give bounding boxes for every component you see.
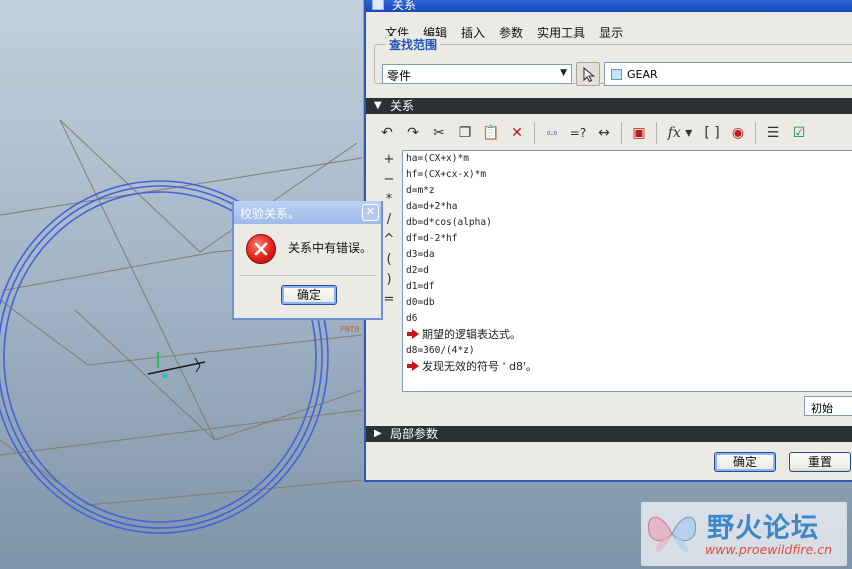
error-line[interactable]: 期望的逻辑表达式。 [403,327,852,343]
menu-parameters[interactable]: 参数 [492,22,530,42]
relations-editor[interactable]: ha=(CX+x)*m hf=(CX+cx-x)*m d=m*z da=d+2*ha d… [402,150,852,392]
relation-line[interactable]: hf=(CX+cx-x)*m [403,167,852,183]
relation-line[interactable]: ha=(CX+x)*m [403,151,852,167]
model-name-field[interactable]: GEAR [604,62,852,86]
line-text: 期望的逻辑表达式。 [422,328,521,341]
relation-line[interactable]: d0=db [403,295,852,311]
error-icon [246,234,276,264]
operator-plus[interactable]: + [378,152,400,172]
select-model-button[interactable] [576,62,600,86]
ok-button[interactable]: 确定 [714,452,776,472]
relations-dialog: 关系 文件 编辑 插入 参数 实用工具 显示 查找范围 零件 ▼ GEAR ▼ … [364,0,852,482]
line-text: df=d-2*hf [406,233,458,244]
relations-section-label: 关系 [390,99,415,113]
check-icon[interactable]: ☑ [788,122,810,144]
butterfly-logo [647,516,697,552]
toolbar-separator [534,122,535,144]
menu-insert[interactable]: 插入 [454,22,492,42]
units-icon[interactable]: ▣ [628,122,650,144]
function-icon[interactable]: fx ▾ [663,122,697,144]
line-text: da=d+2*ha [406,201,458,212]
relations-toolbar: ↶ ↷ ✂ ❐ 📋 ✕ ₀.₀ =? ↔ ▣ fx ▾ [ ] ◉ ☰ ☑ [376,118,852,148]
evaluate-icon[interactable]: =? [567,122,589,144]
error-arrow-icon [407,361,419,371]
init-select[interactable]: 初始 [804,396,852,416]
verify-icon[interactable]: ◉ [727,122,749,144]
relation-line[interactable]: d6 [403,311,852,327]
relation-line[interactable]: d8=360/(4*z) [403,343,852,359]
line-text: d8=360/(4*z) [406,345,475,356]
toolbar-separator [755,122,756,144]
line-text: d0=db [406,297,435,308]
toolbar-separator [621,122,622,144]
error-message: 关系中有错误。 [288,241,373,255]
msgbox-ok-button[interactable]: 确定 [281,285,337,305]
relations-section-header[interactable]: ▼ 关系 [366,98,852,114]
verify-relations-dialog: 校验关系。 ✕ 关系中有错误。 确定 [232,201,383,320]
init-value: 初始 [811,402,833,415]
forum-watermark: 野火论坛 www.proewildfire.cn [641,502,847,566]
relation-line[interactable]: df=d-2*hf [403,231,852,247]
scope-type-select[interactable]: 零件 ▼ [382,64,572,84]
msgbox-titlebar[interactable]: 校验关系。 ✕ [234,201,381,224]
line-text: d3=da [406,249,435,260]
window-app-icon [372,0,384,10]
close-icon[interactable]: ✕ [362,204,379,221]
line-text: db=d*cos(alpha) [406,217,492,228]
relation-line[interactable]: d=m*z [403,183,852,199]
collapse-triangle-icon: ▼ [374,100,382,111]
relations-titlebar[interactable]: 关系 [366,0,852,12]
line-text: d6 [406,313,418,324]
relation-line[interactable]: d1=df [403,279,852,295]
local-params-section-header[interactable]: ▶ 局部参数 [366,426,852,442]
relation-line[interactable]: d2=d [403,263,852,279]
error-line[interactable]: 发现无效的符号 ' d8'。 [403,359,852,375]
copy-icon[interactable]: ❐ [454,122,476,144]
menu-utilities[interactable]: 实用工具 [530,22,592,42]
watermark-title: 野火论坛 [707,513,819,544]
scope-legend: 查找范围 [386,36,441,53]
line-text: ha=(CX+x)*m [406,153,469,164]
part-icon [611,69,622,80]
local-params-label: 局部参数 [390,427,439,441]
msgbox-title: 校验关系。 [240,207,301,221]
reset-button[interactable]: 重置 [789,452,851,472]
switch-symbols-icon[interactable]: ₀.₀ [541,122,563,144]
cut-icon[interactable]: ✂ [428,122,450,144]
relation-line[interactable]: da=d+2*ha [403,199,852,215]
relation-line[interactable]: d3=da [403,247,852,263]
operator-minus[interactable]: − [378,172,400,192]
watermark-url: www.proewildfire.cn [705,542,833,557]
line-text: d1=df [406,281,435,292]
datum-point-label: PNT0 [340,325,359,334]
toolbar-separator [656,122,657,144]
redo-icon[interactable]: ↷ [402,122,424,144]
scope-type-value: 零件 [387,69,412,83]
delete-icon[interactable]: ✕ [506,122,528,144]
expand-triangle-icon: ▶ [374,428,382,439]
relation-line[interactable]: db=d*cos(alpha) [403,215,852,231]
coordinate-system-icon [147,352,206,379]
line-text: d=m*z [406,185,435,196]
brackets-icon[interactable]: [ ] [701,122,723,144]
sort-icon[interactable]: ☰ [762,122,784,144]
cursor-arrow-icon [583,67,595,82]
msgbox-divider [240,275,376,276]
model-name-value: GEAR [627,68,658,81]
paste-icon[interactable]: 📋 [480,122,502,144]
line-text: hf=(CX+cx-x)*m [406,169,487,180]
measure-icon[interactable]: ↔ [593,122,615,144]
menu-show[interactable]: 显示 [592,22,630,42]
relations-title: 关系 [392,0,417,12]
undo-icon[interactable]: ↶ [376,122,398,144]
line-text: d2=d [406,265,429,276]
line-text: 发现无效的符号 ' d8'。 [422,360,538,373]
chevron-down-icon: ▼ [560,68,567,78]
error-arrow-icon [407,329,419,339]
